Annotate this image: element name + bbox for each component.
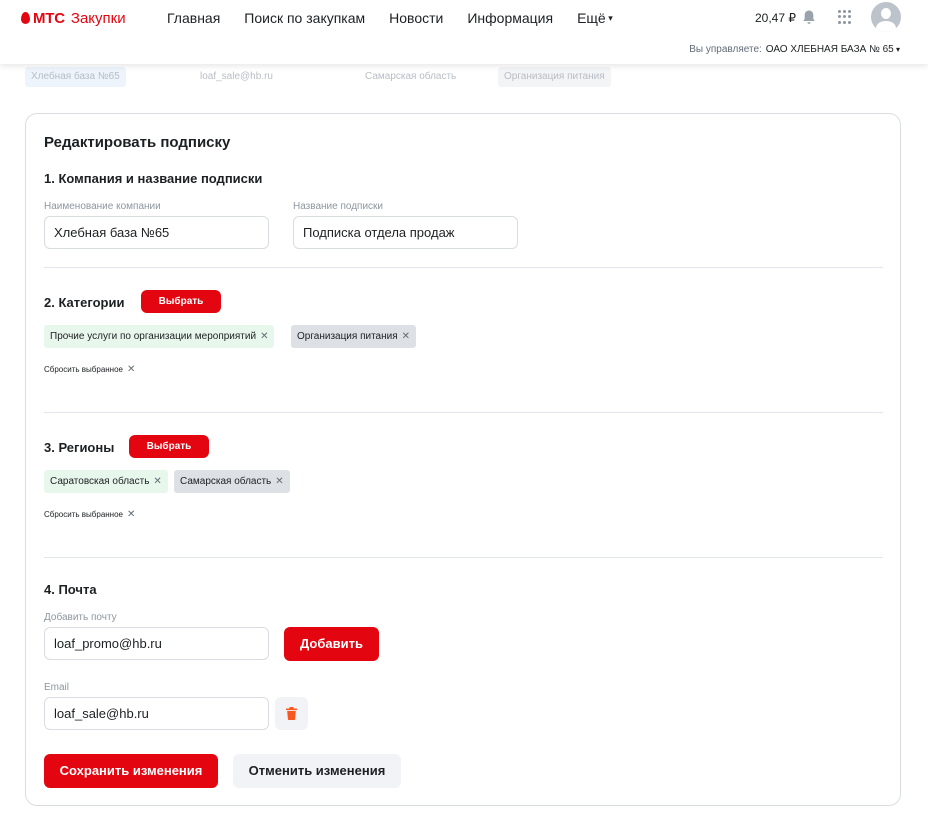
nav-item-search[interactable]: Поиск по закупкам <box>244 10 365 26</box>
nav-item-more[interactable]: Ещё <box>577 10 613 26</box>
section-company-heading: 1. Компания и название подписки <box>44 171 263 186</box>
email-label: Email <box>44 682 70 693</box>
logo-text: МТС <box>33 9 65 27</box>
divider <box>44 557 883 558</box>
mts-logo[interactable]: МТС Закупки <box>21 8 126 28</box>
select-regions-button[interactable]: Выбрать <box>129 435 209 458</box>
close-icon[interactable]: ✕ <box>153 476 161 487</box>
bg-email: loaf_sale@hb.ru <box>200 71 273 82</box>
subscription-name-input[interactable]: Подписка отдела продаж <box>293 216 518 249</box>
nav-item-news[interactable]: Новости <box>389 10 443 26</box>
subscription-name-label: Название подписки <box>293 201 384 212</box>
divider <box>44 412 883 413</box>
category-chip-label: Прочие услуги по организации мероприятий <box>50 331 257 342</box>
region-chip[interactable]: Самарская область ✕ <box>174 470 290 493</box>
section-regions-heading: 3. Регионы <box>44 440 115 455</box>
user-avatar-icon[interactable] <box>871 2 901 32</box>
category-chip[interactable]: Организация питания ✕ <box>291 325 417 348</box>
apps-grid-icon[interactable] <box>838 10 852 24</box>
region-chip-label: Саратовская область <box>50 476 150 487</box>
manage-label: Вы управляете: <box>689 44 762 55</box>
reset-regions[interactable]: Сбросить выбранное ✕ <box>44 509 135 520</box>
logo-product: Закупки <box>70 9 126 27</box>
add-email-button[interactable]: Добавить <box>284 627 379 661</box>
nav-item-home[interactable]: Главная <box>167 10 220 26</box>
category-chip-label: Организация питания <box>297 331 398 342</box>
reset-label: Сбросить выбранное <box>44 510 123 519</box>
company-name-input[interactable]: Хлебная база №65 <box>44 216 269 249</box>
edit-subscription-card: Редактировать подписку 1. Компания и наз… <box>25 113 901 806</box>
section-categories-heading: 2. Категории <box>44 295 125 310</box>
close-icon[interactable]: ✕ <box>402 331 410 342</box>
balance[interactable]: 20,47 ₽ <box>755 11 796 25</box>
card-title: Редактировать подписку <box>44 134 231 151</box>
delete-email-button[interactable] <box>275 697 308 730</box>
reset-label: Сбросить выбранное <box>44 365 123 374</box>
cancel-changes-button[interactable]: Отменить изменения <box>233 754 401 788</box>
reset-categories[interactable]: Сбросить выбранное ✕ <box>44 364 135 375</box>
close-icon[interactable]: ✕ <box>127 509 135 520</box>
bell-icon[interactable] <box>802 9 816 25</box>
close-icon[interactable]: ✕ <box>127 364 135 375</box>
email-input[interactable]: loaf_sale@hb.ru <box>44 697 269 730</box>
company-name-label: Наименование компании <box>44 201 161 212</box>
top-header: МТС Закупки Главная Поиск по закупкам Но… <box>0 0 928 64</box>
bg-category: Организация питания <box>498 67 611 87</box>
select-categories-button[interactable]: Выбрать <box>141 290 221 313</box>
close-icon[interactable]: ✕ <box>260 331 268 342</box>
bg-company: Хлебная база №65 <box>25 67 126 87</box>
save-changes-button[interactable]: Сохранить изменения <box>44 754 218 788</box>
add-email-label: Добавить почту <box>44 612 117 623</box>
bg-region: Самарская область <box>365 71 457 82</box>
manage-org-name[interactable]: ОАО ХЛЕБНАЯ БАЗА № 65 <box>766 44 900 55</box>
main-nav: Главная Поиск по закупкам Новости Информ… <box>167 10 637 26</box>
background-row: Хлебная база №65 loaf_sale@hb.ru Самарск… <box>0 67 928 89</box>
region-chip-label: Самарская область <box>180 476 272 487</box>
manage-org[interactable]: Вы управляете: ОАО ХЛЕБНАЯ БАЗА № 65 <box>689 44 900 55</box>
region-chip[interactable]: Саратовская область ✕ <box>44 470 168 493</box>
nav-item-info[interactable]: Информация <box>467 10 553 26</box>
add-email-input[interactable]: loaf_promo@hb.ru <box>44 627 269 660</box>
trash-icon <box>286 707 297 720</box>
mts-egg-icon <box>21 12 30 24</box>
section-email-heading: 4. Почта <box>44 582 97 597</box>
close-icon[interactable]: ✕ <box>275 476 283 487</box>
divider <box>44 267 883 268</box>
category-chip[interactable]: Прочие услуги по организации мероприятий… <box>44 325 275 348</box>
